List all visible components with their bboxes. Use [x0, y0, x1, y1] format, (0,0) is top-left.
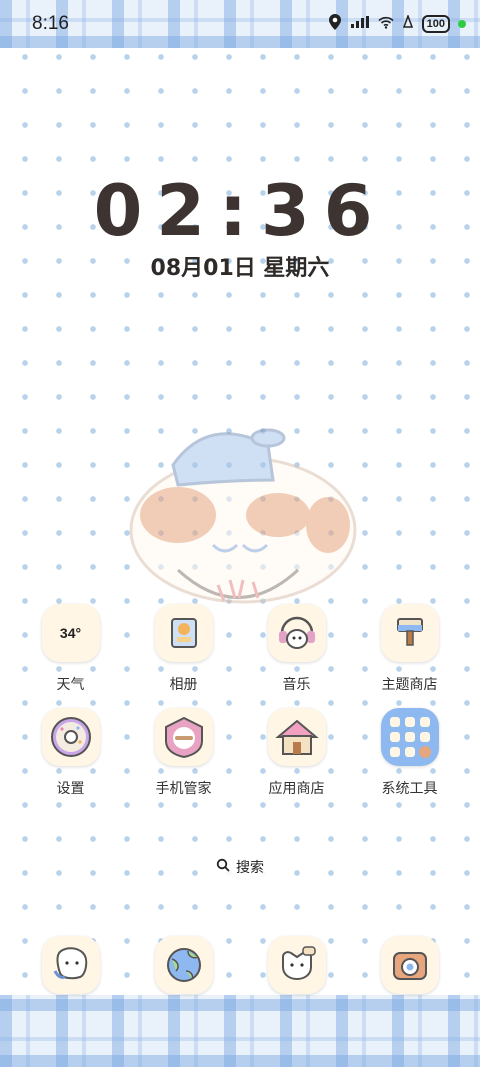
app-system-tools-folder[interactable]: 系统工具	[360, 708, 460, 798]
app-label: 系统工具	[381, 781, 438, 797]
music-icon[interactable]	[267, 604, 326, 662]
app-label: 设置	[56, 781, 85, 797]
theme-store-icon[interactable]	[380, 604, 439, 662]
app-settings[interactable]: 设置	[21, 708, 121, 798]
wifi-icon	[378, 16, 394, 33]
app-music[interactable]: 音乐	[247, 604, 347, 694]
search-button[interactable]: 搜索	[205, 852, 275, 882]
search-label: 搜索	[236, 860, 264, 876]
battery-icon: 100	[421, 15, 450, 33]
app-label: 相册	[169, 677, 198, 693]
camera-icon[interactable]	[380, 936, 439, 994]
app-grid: 34° 天气 相册 音乐 主题商店 设置 手机管家 应用商店 系统工具	[0, 604, 480, 812]
phone-icon[interactable]	[41, 936, 100, 994]
system-tools-folder-icon[interactable]	[380, 708, 439, 766]
search-icon	[216, 858, 230, 876]
puppy-mascot-illustration	[129, 428, 357, 604]
browser-icon[interactable]	[154, 936, 213, 994]
status-bar: 8:16 100	[0, 0, 480, 48]
dock	[0, 936, 480, 994]
app-phone-manager[interactable]: 手机管家	[134, 708, 234, 798]
app-label: 音乐	[282, 677, 311, 693]
app-label: 主题商店	[381, 677, 438, 693]
app-app-store[interactable]: 应用商店	[247, 708, 347, 798]
status-icons: 100	[328, 13, 466, 35]
notification-icon	[402, 13, 414, 33]
app-store-icon[interactable]	[267, 708, 326, 766]
app-row: 设置 手机管家 应用商店 系统工具	[0, 708, 480, 798]
app-weather[interactable]: 34° 天气	[21, 604, 121, 694]
lock-clock-date: 08月01日 星期六	[150, 256, 330, 281]
app-gallery[interactable]: 相册	[134, 604, 234, 694]
bottom-plaid-border	[0, 995, 480, 1067]
app-row: 34° 天气 相册 音乐 主题商店	[0, 604, 480, 694]
weather-temperature: 34°	[59, 625, 82, 641]
weather-icon[interactable]: 34°	[41, 604, 100, 662]
location-icon	[328, 13, 342, 35]
gallery-icon[interactable]	[154, 604, 213, 662]
app-label: 天气	[56, 677, 85, 693]
privacy-indicator-dot	[458, 20, 466, 28]
phone-manager-icon[interactable]	[154, 708, 213, 766]
messages-icon[interactable]	[267, 936, 326, 994]
app-label: 应用商店	[268, 781, 325, 797]
settings-icon[interactable]	[41, 708, 100, 766]
lock-clock-time[interactable]: 02:36	[0, 170, 480, 252]
app-theme-store[interactable]: 主题商店	[360, 604, 460, 694]
signal-icon	[350, 15, 370, 33]
app-label: 手机管家	[155, 781, 212, 797]
status-time: 8:16	[32, 13, 69, 34]
